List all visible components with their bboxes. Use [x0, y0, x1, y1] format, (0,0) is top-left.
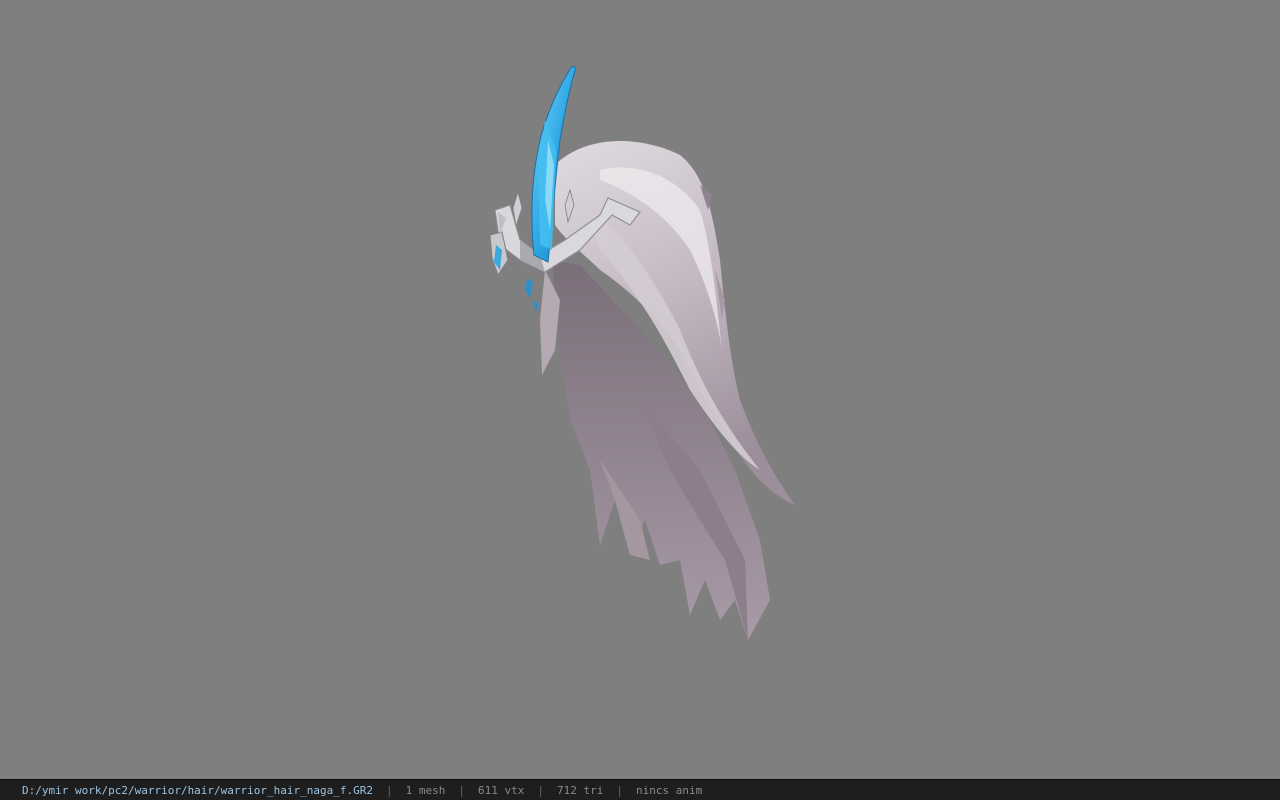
separator: |	[458, 783, 465, 797]
animation-status-label: nincs anim	[635, 783, 703, 797]
separator: |	[616, 783, 623, 797]
hair-model-render[interactable]	[0, 0, 1280, 779]
mesh-count-label: 1 mesh	[405, 783, 446, 797]
vertex-count-label: 611 vtx	[478, 783, 525, 797]
separator: |	[537, 783, 544, 797]
file-path-label: D:/ymir work/pc2/warrior/hair/warrior_ha…	[22, 783, 373, 797]
triangle-count-label: 712 tri	[556, 783, 604, 797]
separator: |	[386, 783, 393, 797]
3d-viewport[interactable]	[0, 0, 1280, 779]
status-bar: D:/ymir work/pc2/warrior/hair/warrior_ha…	[0, 779, 1280, 800]
